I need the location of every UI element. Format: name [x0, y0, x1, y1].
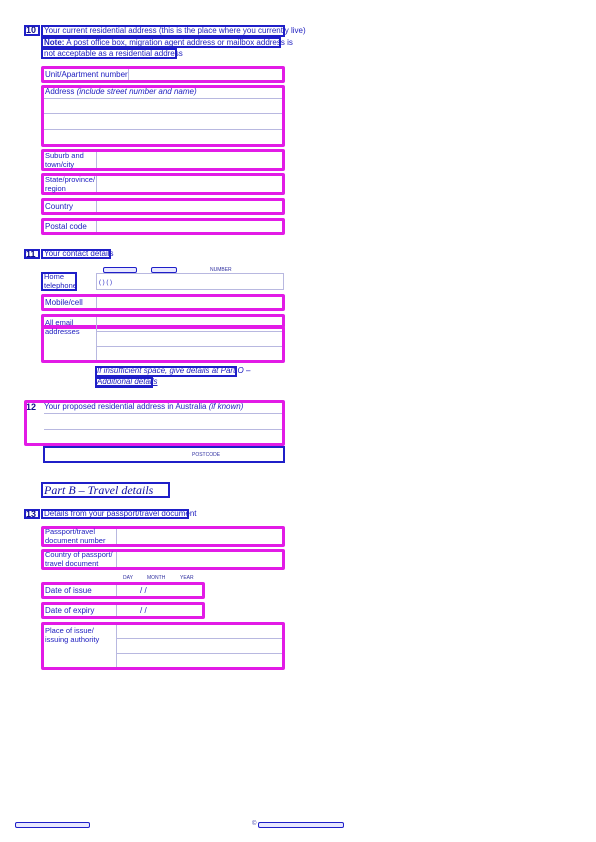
q12-heading: Your proposed residential address in Aus… — [44, 402, 243, 412]
passport-divider — [116, 529, 117, 544]
q13-number: 13 — [26, 509, 37, 519]
mobile-divider — [96, 297, 97, 308]
copyright-icon: © — [252, 821, 257, 827]
place-divider — [116, 625, 117, 667]
q11-number: 11 — [26, 249, 36, 259]
address-line-2 — [44, 113, 282, 114]
phone-top-line — [96, 273, 284, 274]
email-line-1 — [96, 331, 282, 332]
address-label: Address (include street number and name) — [45, 87, 197, 97]
home-telephone-value[interactable]: ( ) ( ) — [99, 278, 112, 288]
country-divider — [96, 201, 97, 212]
day-header: DAY — [123, 575, 133, 581]
q10-note-text: A post office box, migration agent addre… — [64, 38, 293, 47]
part-b-title: Part B – Travel details — [44, 483, 154, 497]
q11-heading: Your contact details — [44, 249, 114, 258]
country-field[interactable] — [41, 198, 285, 215]
expiry-divider — [116, 605, 117, 616]
unit-divider — [128, 69, 129, 80]
suburb-label: Suburb and town/city — [45, 151, 84, 169]
passport-country-label: Country of passport/ travel document — [45, 550, 113, 568]
footer-form-reference — [15, 822, 90, 828]
email-label: All email addresses — [45, 318, 80, 336]
insufficient-note: If insufficient space, give details at P… — [97, 366, 251, 375]
state-divider — [96, 176, 97, 192]
q10-note-line2: not acceptable as a residential address — [44, 49, 183, 58]
email-line-2 — [96, 346, 282, 347]
suburb-divider — [96, 152, 97, 168]
q12-hint: (if known) — [208, 402, 244, 411]
mobile-label: Mobile/cell — [45, 298, 83, 307]
address-hint: (include street number and name) — [76, 87, 197, 96]
q10-note-label: Note: — [44, 38, 65, 47]
email-divider — [96, 317, 97, 360]
date-of-expiry-label: Date of expiry — [45, 606, 95, 615]
q12-title: Your proposed residential address in Aus… — [44, 402, 207, 411]
q10-heading: Your current residential address (this i… — [44, 26, 306, 35]
footer-copyright — [258, 822, 344, 828]
q10-number: 10 — [26, 25, 37, 35]
passport-country-divider — [116, 552, 117, 567]
proposed-line-1 — [44, 413, 282, 414]
address-line-1 — [44, 98, 282, 99]
state-label: State/province/ region — [45, 175, 96, 193]
postcode-label: POSTCODE — [192, 452, 221, 458]
unit-apartment-label: Unit/Apartment number — [45, 70, 128, 79]
home-telephone-label: Home telephone — [44, 272, 77, 290]
postal-divider — [96, 221, 97, 232]
issue-divider — [116, 585, 117, 596]
year-header: YEAR — [180, 575, 194, 581]
country-label: Country — [45, 202, 74, 211]
place-of-issue-label: Place of issue/ issuing authority — [45, 626, 100, 644]
place-line-1 — [116, 638, 282, 639]
phone-bottom-line — [96, 289, 284, 290]
proposed-line-2 — [44, 429, 282, 430]
place-line-2 — [116, 653, 282, 654]
date-of-issue-label: Date of issue — [45, 586, 92, 595]
phone-right-line — [283, 273, 284, 289]
q10-note: Note: A post office box, migration agent… — [44, 38, 293, 48]
month-header: MONTH — [147, 575, 166, 581]
passport-number-label: Passport/travel document number — [45, 527, 106, 545]
date-of-issue-separators: / / — [140, 586, 147, 595]
q13-heading: Details from your passport/travel docume… — [44, 509, 197, 518]
address-label-text: Address — [45, 87, 75, 96]
address-line-3 — [44, 129, 282, 130]
additional-details-link[interactable]: Additional details — [97, 377, 157, 387]
postal-code-label: Postal code — [45, 222, 87, 231]
date-of-expiry-separators: / / — [140, 606, 147, 615]
postcode-row[interactable] — [43, 446, 285, 463]
phone-left-line — [96, 273, 97, 289]
